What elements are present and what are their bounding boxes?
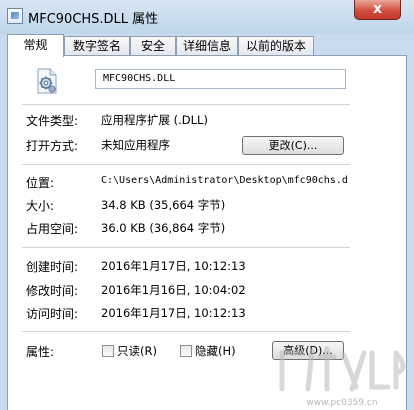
- accessed-value: 2016年1月17日, 10:12:13: [101, 306, 246, 320]
- created-label: 创建时间:: [26, 260, 79, 274]
- size-label: 大小:: [26, 199, 55, 213]
- separator: [22, 331, 350, 332]
- file-type-label: 文件类型:: [26, 114, 79, 128]
- watermark-site: www.pc0359.cn: [306, 398, 377, 408]
- opens-with-label: 打开方式:: [26, 139, 79, 153]
- tab-strip: 常规 数字签名 安全 详细信息 以前的版本: [7, 34, 407, 57]
- hidden-checkbox-label[interactable]: 隐藏(H): [195, 343, 236, 359]
- change-button[interactable]: 更改(C)...: [242, 136, 344, 155]
- separator: [22, 247, 350, 248]
- readonly-checkbox[interactable]: [102, 345, 114, 357]
- title-bar: MFC90CHS.DLL 属性 x: [0, 0, 414, 34]
- tab-details[interactable]: 详细信息: [176, 36, 238, 55]
- location-value: C:\Users\Administrator\Desktop\mfc90chs.…: [101, 175, 348, 186]
- file-type-value: 应用程序扩展 (.DLL): [101, 113, 208, 127]
- dll-settings-file-icon: [37, 68, 57, 94]
- watermark-logo: www.pc0359.cn: [279, 346, 406, 408]
- close-button[interactable]: x: [354, 0, 401, 20]
- tab-security[interactable]: 安全: [130, 36, 176, 55]
- tab-general[interactable]: 常规: [7, 34, 64, 57]
- tab-previous-versions[interactable]: 以前的版本: [238, 36, 314, 55]
- opens-with-value: 未知应用程序: [101, 138, 170, 152]
- properties-window-icon: [7, 8, 23, 24]
- attributes-label: 属性:: [26, 345, 55, 359]
- size-value: 34.8 KB (35,664 字节): [101, 198, 226, 212]
- separator: [22, 104, 350, 105]
- readonly-checkbox-label[interactable]: 只读(R): [117, 343, 157, 359]
- separator: [22, 164, 350, 165]
- size-on-disk-label: 占用空间:: [26, 222, 79, 236]
- file-name-field[interactable]: MFC90CHS.DLL: [95, 69, 346, 89]
- modified-value: 2016年1月16日, 10:04:02: [101, 283, 246, 297]
- accessed-label: 访问时间:: [26, 307, 79, 321]
- modified-label: 修改时间:: [26, 284, 79, 298]
- hidden-checkbox[interactable]: [180, 345, 192, 357]
- window-title: MFC90CHS.DLL 属性: [28, 12, 159, 27]
- size-on-disk-value: 36.0 KB (36,864 字节): [101, 221, 226, 235]
- location-label: 位置:: [26, 176, 55, 190]
- created-value: 2016年1月17日, 10:12:13: [101, 259, 246, 273]
- tab-digital-signatures[interactable]: 数字签名: [64, 36, 130, 55]
